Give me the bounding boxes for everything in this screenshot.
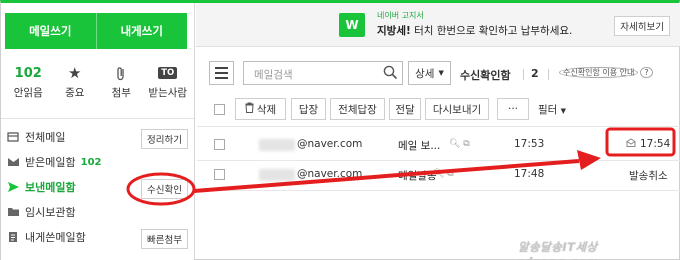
more-button[interactable]: ··· — [497, 98, 529, 120]
trash-icon — [245, 102, 254, 116]
note-icon — [1, 231, 25, 243]
organize-button[interactable]: 정리하기 — [141, 129, 188, 149]
help-link[interactable]: 수신확인함 이용 안내? — [557, 67, 653, 78]
read-time: 17:54 — [640, 138, 671, 150]
reply-all-button[interactable]: 전체답장 — [330, 98, 385, 120]
mail-count: 2 — [531, 67, 539, 80]
menu-icon[interactable] — [209, 61, 234, 85]
preview-icons[interactable]: 🔍︎ ⧉ — [449, 139, 470, 149]
sidebar-divider — [1, 118, 194, 119]
recipient-name-redacted — [259, 139, 295, 151]
divider — [523, 69, 524, 80]
banner-detail-button[interactable]: 자세히보기 — [614, 16, 670, 36]
row-checkbox[interactable] — [214, 139, 225, 150]
envelope-open-icon — [626, 138, 636, 150]
page-title: 수신확인함 — [460, 69, 511, 82]
quick-attach-button[interactable]: 빠른첨부 — [141, 229, 188, 249]
detail-search-select[interactable]: 상세 ▼ — [408, 61, 451, 85]
attachment-label: 첨부 — [111, 87, 131, 99]
help-icon: ? — [640, 67, 653, 78]
quick-received[interactable]: TO 받는사람 — [145, 63, 192, 103]
resend-button[interactable]: 다시보내기 — [425, 98, 489, 120]
sidebar-item-label: 보낸메일함 — [25, 181, 76, 194]
folder-icon — [1, 207, 25, 217]
sent-time: 17:48 — [514, 168, 545, 180]
watermark: 알송달송IT세상 rdsong.com — [518, 240, 599, 260]
mail-subject[interactable]: 메일 보... — [398, 138, 440, 153]
mail-subject[interactable]: 메일발송 — [398, 168, 437, 183]
to-icon: TO — [158, 67, 178, 79]
paper-plane-icon — [1, 181, 25, 193]
banner-small-label: 네이버 고지서 — [377, 11, 424, 20]
tax-banner[interactable]: W 네이버 고지서 지방세! 터치 한번으로 확인하고 납부하세요. 자세히보기 — [196, 3, 680, 47]
divider — [548, 69, 549, 80]
star-icon: ★ — [68, 64, 82, 82]
read-receipt-button[interactable]: 수신확인 — [141, 179, 188, 199]
sidebar-item-drafts[interactable]: 임시보관함 — [1, 201, 194, 223]
list-divider — [197, 126, 680, 127]
quick-filters: 102 안읽음 ★ 중요 첨부 TO 받는사람 — [5, 63, 191, 103]
write-to-me-button[interactable]: 내게쓰기 — [95, 13, 187, 49]
list-divider — [197, 190, 680, 191]
sidebar-item-label: 내게쓴메일함 — [25, 231, 86, 244]
banner-text: 지방세! 터치 한번으로 확인하고 납부하세요. — [377, 25, 573, 37]
bill-icon: W — [339, 13, 365, 37]
inbox-icon — [1, 157, 25, 167]
quick-important[interactable]: ★ 중요 — [52, 63, 99, 103]
sidebar-item-inbox[interactable]: 받은메일함 102 — [1, 151, 194, 173]
sidebar-item-label: 임시보관함 — [25, 206, 76, 219]
paperclip-icon — [117, 66, 124, 80]
compose-buttons: 메일쓰기 내게쓰기 — [5, 13, 187, 49]
search-icon[interactable] — [383, 65, 398, 83]
row-checkbox[interactable] — [214, 169, 225, 180]
delete-button[interactable]: 삭제 — [235, 98, 286, 120]
quick-unread[interactable]: 102 안읽음 — [5, 63, 52, 103]
forward-button[interactable]: 전달 — [389, 98, 421, 120]
preview-icons[interactable]: 🔍︎ ⧉ — [433, 169, 454, 179]
quick-attachment[interactable]: 첨부 — [98, 63, 145, 103]
important-label: 중요 — [65, 87, 85, 99]
unread-label: 안읽음 — [13, 87, 43, 99]
recipient-name-redacted — [259, 169, 295, 181]
write-mail-button[interactable]: 메일쓰기 — [5, 13, 96, 49]
reply-button[interactable]: 답장 — [291, 98, 326, 120]
unread-count: 102 — [14, 65, 42, 81]
sidebar-item-label: 전체메일 — [25, 131, 66, 144]
list-divider — [197, 160, 680, 161]
caret-down-icon: ▼ — [438, 69, 444, 77]
recipient-email[interactable]: @naver.com — [297, 138, 362, 150]
caret-down-icon: ▼ — [560, 107, 567, 115]
mail-app: 메일쓰기 내게쓰기 102 안읽음 ★ 중요 첨부 TO 받는사람 전체메일 정… — [0, 0, 680, 260]
search-input[interactable]: 메일검색 — [243, 61, 403, 85]
received-label: 받는사람 — [148, 87, 188, 99]
filter-dropdown[interactable]: 필터 ▼ — [538, 102, 566, 117]
sidebar-item-label: 받은메일함 — [25, 156, 76, 169]
cancel-send-link[interactable]: 발송취소 — [629, 168, 668, 183]
inbox-count: 102 — [80, 156, 102, 168]
all-mail-icon — [1, 132, 25, 142]
sidebar: 메일쓰기 내게쓰기 102 안읽음 ★ 중요 첨부 TO 받는사람 전체메일 정… — [1, 3, 195, 260]
recipient-email[interactable]: @naver.com — [297, 168, 362, 180]
sent-time: 17:53 — [514, 138, 545, 150]
select-all-checkbox[interactable] — [214, 104, 225, 115]
